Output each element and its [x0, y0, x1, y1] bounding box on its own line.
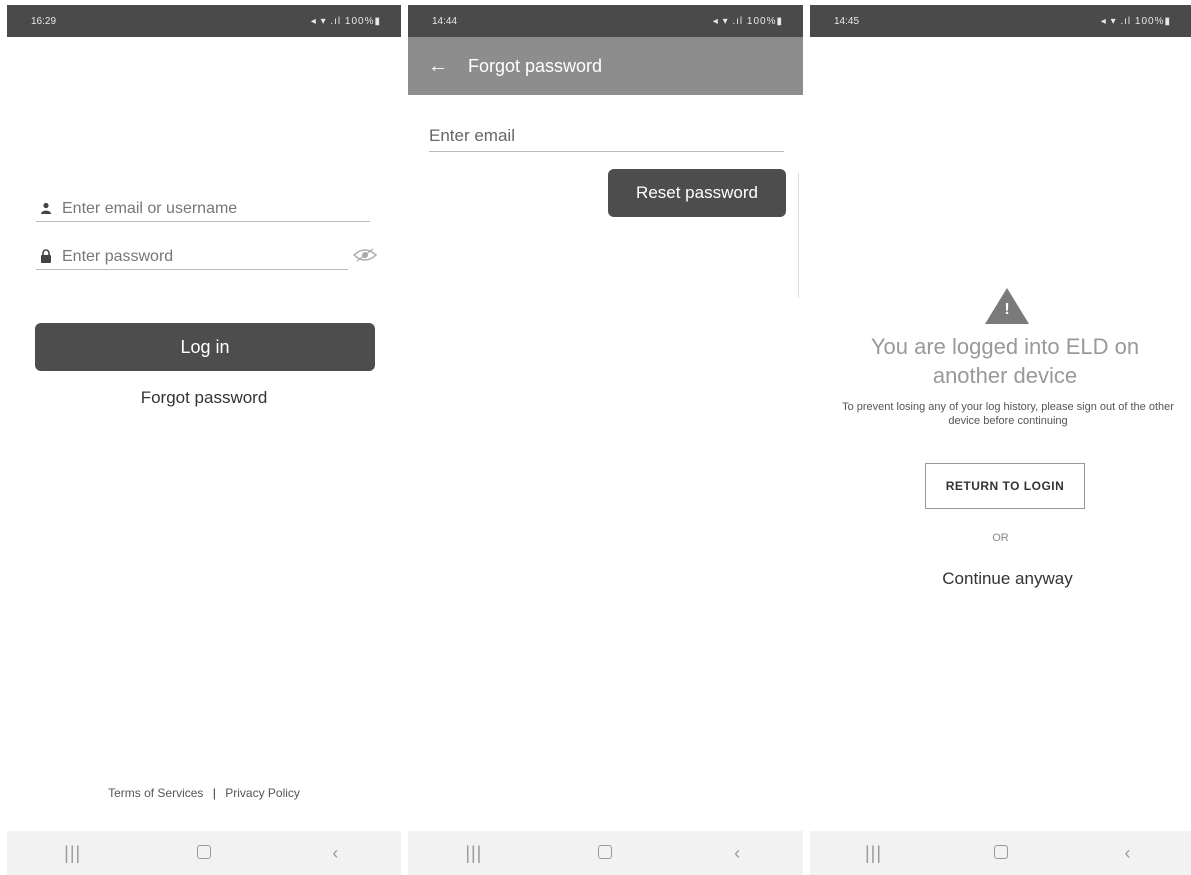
reset-password-button[interactable]: Reset password — [608, 169, 786, 217]
status-bar: 16:29 ◂ ▾ .ıl 100%▮ — [7, 5, 401, 37]
status-time: 16:29 — [31, 15, 57, 27]
email-placeholder: Enter email or username — [62, 200, 238, 217]
recent-apps-icon[interactable]: ||| — [53, 843, 93, 864]
email-placeholder: Enter email — [429, 126, 515, 145]
app-bar: ← Forgot password — [408, 37, 803, 95]
home-icon[interactable] — [981, 843, 1021, 864]
recent-apps-icon[interactable]: ||| — [454, 843, 494, 864]
terms-link[interactable]: Terms of Services — [108, 786, 203, 800]
divider — [798, 173, 799, 298]
or-separator: OR — [992, 532, 1009, 544]
privacy-link[interactable]: Privacy Policy — [225, 786, 300, 800]
login-screen: 16:29 ◂ ▾ .ıl 100%▮ Enter email or usern… — [7, 5, 401, 875]
password-placeholder: Enter password — [62, 248, 174, 265]
session-message: To prevent losing any of your log histor… — [842, 401, 1174, 427]
status-time: 14:44 — [432, 15, 458, 27]
status-bar: 14:45 ◂ ▾ .ıl 100%▮ — [810, 5, 1191, 37]
eye-icon[interactable] — [352, 248, 378, 262]
return-to-login-button[interactable]: RETURN TO LOGIN — [925, 463, 1085, 509]
back-icon[interactable]: ‹ — [1108, 843, 1148, 864]
android-nav-bar: ||| ‹ — [408, 831, 803, 875]
status-bar: 14:44 ◂ ▾ .ıl 100%▮ — [408, 5, 803, 37]
session-heading: You are logged into ELD on another devic… — [870, 334, 1140, 388]
legal-links: Terms of Services | Privacy Policy — [7, 786, 401, 800]
lock-icon — [36, 248, 56, 266]
home-icon[interactable] — [585, 843, 625, 864]
eld-session-screen: 14:45 ◂ ▾ .ıl 100%▮ ! You are logged int… — [810, 5, 1191, 875]
email-field[interactable]: Enter email — [429, 121, 784, 152]
status-time: 14:45 — [834, 15, 860, 27]
recent-apps-icon[interactable]: ||| — [854, 843, 894, 864]
login-button[interactable]: Log in — [35, 323, 375, 371]
android-nav-bar: ||| ‹ — [810, 831, 1191, 875]
home-icon[interactable] — [184, 843, 224, 864]
back-icon[interactable]: ‹ — [315, 843, 355, 864]
user-icon — [36, 202, 56, 217]
forgot-password-screen: 14:44 ◂ ▾ .ıl 100%▮ ← Forgot password En… — [408, 5, 803, 875]
email-field[interactable]: Enter email or username — [36, 197, 370, 222]
forgot-password-link[interactable]: Forgot password — [7, 388, 401, 408]
back-icon[interactable]: ‹ — [717, 843, 757, 864]
password-field[interactable]: Enter password — [36, 245, 348, 270]
warning-mark: ! — [1004, 301, 1010, 318]
status-icons: ◂ ▾ .ıl 100%▮ — [712, 15, 783, 27]
status-icons: ◂ ▾ .ıl 100%▮ — [1100, 15, 1171, 27]
status-icons: ◂ ▾ .ıl 100%▮ — [310, 15, 381, 27]
android-nav-bar: ||| ‹ — [7, 831, 401, 875]
page-title: Forgot password — [468, 55, 603, 76]
separator: | — [212, 786, 216, 800]
continue-anyway-link[interactable]: Continue anyway — [810, 569, 1191, 589]
back-arrow-icon[interactable]: ← — [408, 55, 468, 78]
